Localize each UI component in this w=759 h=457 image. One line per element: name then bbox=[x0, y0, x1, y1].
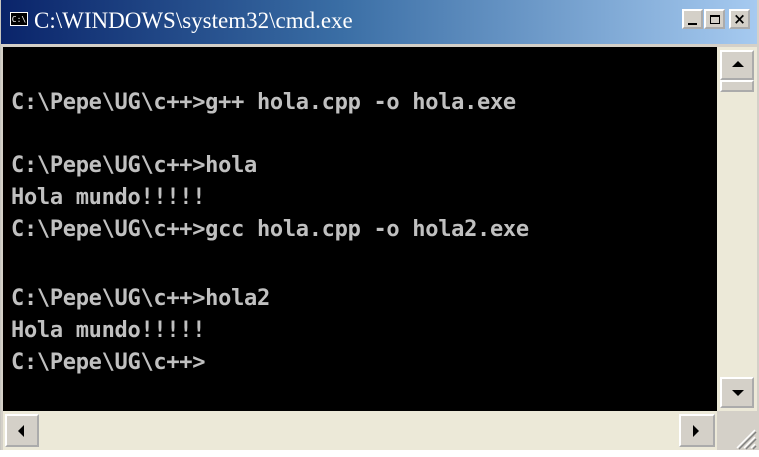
scroll-up-icon bbox=[732, 61, 744, 67]
cmd-window: C:\ C:\WINDOWS\system32\cmd.exe × C:\Pep… bbox=[0, 0, 759, 457]
console-line: C:\Pepe\UG\c++>gcc hola.cpp -o hola2.exe bbox=[11, 217, 529, 242]
close-icon: × bbox=[733, 10, 746, 28]
console-line: C:\Pepe\UG\c++>g++ hola.cpp -o hola.exe bbox=[11, 90, 516, 115]
close-button[interactable]: × bbox=[729, 9, 750, 29]
minimize-icon bbox=[688, 22, 697, 25]
vertical-scrollbar[interactable] bbox=[717, 47, 757, 411]
window-title: C:\WINDOWS\system32\cmd.exe bbox=[34, 8, 353, 33]
maximize-button[interactable] bbox=[704, 9, 725, 29]
window-bottom-edge bbox=[0, 450, 759, 457]
resize-grip-icon bbox=[736, 429, 757, 450]
scroll-up-button[interactable] bbox=[720, 50, 754, 80]
console-line: C:\Pepe\UG\c++>hola2 bbox=[11, 286, 270, 311]
scroll-left-icon bbox=[18, 425, 24, 437]
title-bar[interactable]: C:\ C:\WINDOWS\system32\cmd.exe × bbox=[1, 0, 757, 44]
vertical-scroll-thumb[interactable] bbox=[720, 80, 754, 92]
horizontal-scrollbar[interactable] bbox=[3, 411, 717, 450]
console-output[interactable]: C:\Pepe\UG\c++>g++ hola.cpp -o hola.exe … bbox=[3, 47, 717, 411]
console-line: C:\Pepe\UG\c++> bbox=[11, 350, 206, 375]
console-line: Hola mundo!!!!! bbox=[11, 318, 206, 343]
scroll-left-button[interactable] bbox=[5, 414, 39, 447]
console-line: C:\Pepe\UG\c++>hola bbox=[11, 153, 257, 178]
console-line: Hola mundo!!!!! bbox=[11, 185, 206, 210]
console-icon[interactable]: C:\ bbox=[10, 12, 28, 26]
scroll-down-icon bbox=[732, 390, 744, 396]
maximize-icon bbox=[709, 14, 720, 24]
resize-grip[interactable] bbox=[717, 411, 757, 450]
scroll-right-button[interactable] bbox=[679, 414, 715, 447]
scroll-down-button[interactable] bbox=[720, 377, 754, 408]
minimize-button[interactable] bbox=[682, 9, 703, 29]
scroll-right-icon bbox=[693, 425, 699, 437]
